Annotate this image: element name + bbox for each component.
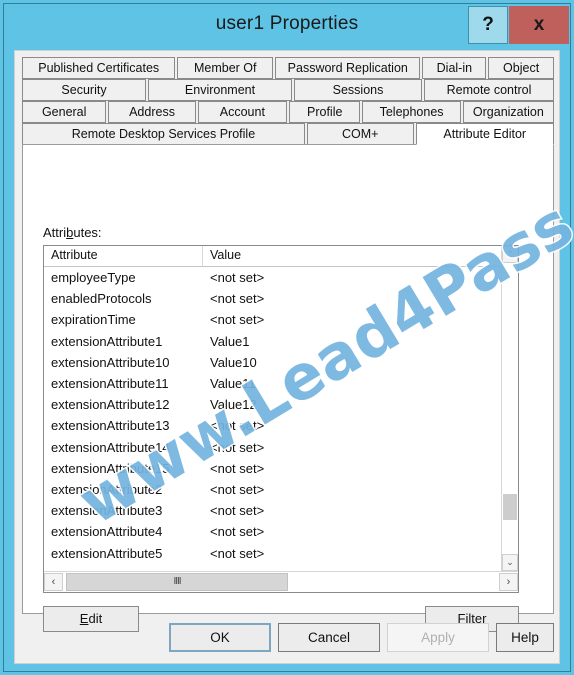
cell-attribute: enabledProtocols xyxy=(51,291,152,307)
tab-row-2: Security Environment Sessions Remote contro… xyxy=(22,79,554,101)
table-row[interactable]: enabledProtocols <not set> xyxy=(44,288,503,309)
cell-value: <not set> xyxy=(210,460,265,476)
cell-attribute: extensionAttribute5 xyxy=(51,545,163,561)
title-bar: user1 Properties ? x xyxy=(4,4,570,48)
tab-address[interactable]: Address xyxy=(108,101,196,123)
table-row[interactable]: extensionAttribute4 <not set> xyxy=(44,521,503,542)
tab-member-of[interactable]: Member Of xyxy=(177,57,274,79)
help-button[interactable]: Help xyxy=(496,623,554,652)
close-icon-button[interactable]: x xyxy=(509,6,569,44)
cancel-button[interactable]: Cancel xyxy=(278,623,380,652)
cell-value: <not set> xyxy=(210,545,265,561)
vertical-scrollbar[interactable]: ⌃ ⌄ xyxy=(501,246,518,571)
table-row[interactable]: expirationTime <not set> xyxy=(44,309,503,330)
ok-button[interactable]: OK xyxy=(169,623,271,652)
edit-button[interactable]: Edit xyxy=(43,606,139,632)
table-row[interactable]: extensionAttribute5 <not set> xyxy=(44,542,503,563)
cell-attribute: extensionAttribute4 xyxy=(51,524,163,540)
vertical-scroll-thumb[interactable] xyxy=(503,494,517,520)
table-row[interactable]: extensionAttribute11 Value11 xyxy=(44,373,503,394)
horizontal-scroll-thumb[interactable]: IIII xyxy=(66,573,288,591)
cell-attribute: expirationTime xyxy=(51,312,136,328)
cell-value: <not set> xyxy=(210,439,265,455)
tab-remote-desktop-services-profile[interactable]: Remote Desktop Services Profile xyxy=(22,123,305,145)
table-row[interactable]: extensionAttribute13 <not set> xyxy=(44,415,503,436)
table-row[interactable]: extensionAttribute1 Value1 xyxy=(44,331,503,352)
cell-value: <not set> xyxy=(210,503,265,519)
help-icon-button[interactable]: ? xyxy=(468,6,508,44)
column-header-value[interactable]: Value xyxy=(203,246,503,266)
tab-security[interactable]: Security xyxy=(22,79,146,101)
table-row[interactable]: extensionAttribute15 <not set> xyxy=(44,458,503,479)
cell-value: <not set> xyxy=(210,270,265,286)
column-header-attribute[interactable]: Attribute xyxy=(44,246,203,266)
cell-value: Value11 xyxy=(210,376,256,392)
cell-value: Value1 xyxy=(210,333,250,349)
cell-attribute: extensionAttribute14 xyxy=(51,439,170,455)
cell-value: <not set> xyxy=(210,481,265,497)
list-rows: employeeType <not set> enabledProtocols <no… xyxy=(44,267,503,571)
tab-attribute-editor[interactable]: Attribute Editor xyxy=(415,123,554,145)
dialog-body: Published Certificates Member Of Password … xyxy=(14,50,574,664)
scroll-left-arrow-icon[interactable]: ‹ xyxy=(44,573,63,591)
tab-object[interactable]: Object xyxy=(488,57,554,79)
tab-environment[interactable]: Environment xyxy=(148,79,292,101)
tab-strip: Published Certificates Member Of Password … xyxy=(22,57,554,145)
tab-com[interactable]: COM+ xyxy=(306,123,414,145)
tab-account[interactable]: Account xyxy=(197,101,287,123)
tab-row-3: General Address Account Profile Telephones Or… xyxy=(22,101,554,123)
cell-attribute: extensionAttribute11 xyxy=(51,376,169,392)
tab-telephones[interactable]: Telephones xyxy=(362,101,461,123)
list-header: Attribute Value xyxy=(44,246,503,267)
table-row[interactable]: extensionAttribute2 <not set> xyxy=(44,479,503,500)
cell-value: Value10 xyxy=(210,354,257,370)
cell-attribute: extensionAttribute1 xyxy=(51,333,163,349)
properties-window: user1 Properties ? x Published Certifica… xyxy=(0,0,574,675)
tab-password-replication[interactable]: Password Replication xyxy=(275,57,421,79)
scroll-right-arrow-icon[interactable]: › xyxy=(499,573,518,591)
tab-organization[interactable]: Organization xyxy=(462,101,554,123)
cell-attribute: extensionAttribute15 xyxy=(51,460,170,476)
cell-attribute: extensionAttribute10 xyxy=(51,354,170,370)
scroll-down-arrow-icon[interactable]: ⌄ xyxy=(502,554,518,571)
cell-value: <not set> xyxy=(210,418,265,434)
tab-published-certificates[interactable]: Published Certificates xyxy=(22,57,176,79)
tab-sessions[interactable]: Sessions xyxy=(294,79,422,101)
cell-value: <not set> xyxy=(210,524,265,540)
cell-attribute: employeeType xyxy=(51,270,136,286)
tab-row-1: Published Certificates Member Of Password … xyxy=(22,57,554,79)
table-row[interactable]: extensionAttribute12 Value12 xyxy=(44,394,503,415)
tab-row-4: Remote Desktop Services Profile COM+ Attri… xyxy=(22,123,554,145)
cell-attribute: extensionAttribute2 xyxy=(51,481,163,497)
tab-page-attribute-editor: Attributes: Attribute Value employeeType… xyxy=(22,99,574,632)
horizontal-scrollbar[interactable]: ‹ IIII › xyxy=(44,571,518,592)
cell-value: <not set> xyxy=(210,312,265,328)
cell-attribute: extensionAttribute3 xyxy=(51,503,163,519)
table-row[interactable]: extensionAttribute10 Value10 xyxy=(44,352,503,373)
tab-remote-control[interactable]: Remote control xyxy=(424,79,554,101)
attributes-label: Attributes: xyxy=(43,225,102,240)
tab-dial-in[interactable]: Dial-in xyxy=(422,57,487,79)
tab-profile[interactable]: Profile xyxy=(289,101,361,123)
apply-button: Apply xyxy=(387,623,489,652)
table-row[interactable]: extensionAttribute3 <not set> xyxy=(44,500,503,521)
table-row[interactable]: employeeType <not set> xyxy=(44,267,503,288)
cell-value: <not set> xyxy=(210,291,265,307)
scroll-up-arrow-icon[interactable]: ⌃ xyxy=(502,246,518,263)
cell-attribute: extensionAttribute13 xyxy=(51,418,170,434)
attributes-list[interactable]: Attribute Value employeeType <not set> ena… xyxy=(43,245,519,593)
table-row[interactable]: extensionAttribute14 <not set> xyxy=(44,437,503,458)
tab-general[interactable]: General xyxy=(22,101,107,123)
cell-value: Value12 xyxy=(210,397,257,413)
cell-attribute: extensionAttribute12 xyxy=(51,397,170,413)
